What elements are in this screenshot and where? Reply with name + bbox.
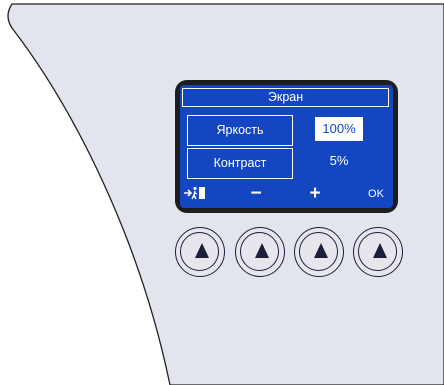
minus-softkey: − xyxy=(250,183,262,204)
screen-title: Экран xyxy=(182,88,389,107)
menu-item-contrast[interactable]: Контраст xyxy=(187,148,293,179)
exit-softkey xyxy=(183,185,207,203)
soft-button-1[interactable] xyxy=(175,227,225,277)
button-ring xyxy=(299,232,338,271)
menu-item-brightness[interactable]: Яркость xyxy=(187,115,293,146)
brightness-value: 100% xyxy=(315,117,363,141)
soft-button-3[interactable] xyxy=(294,227,344,277)
button-ring xyxy=(180,232,219,271)
up-arrow-icon xyxy=(314,243,328,258)
up-arrow-icon xyxy=(373,243,387,258)
button-ring xyxy=(358,232,397,271)
up-arrow-icon xyxy=(195,243,209,258)
device-front: Экран Яркость Контраст 100% 5% − + OK xyxy=(0,0,444,385)
soft-button-2[interactable] xyxy=(235,227,285,277)
ok-softkey: OK xyxy=(368,188,384,200)
exit-door-icon xyxy=(184,186,205,200)
soft-button-4[interactable] xyxy=(353,227,403,277)
lcd-screen: Экран Яркость Контраст 100% 5% − + OK xyxy=(180,85,393,208)
up-arrow-icon xyxy=(255,243,269,258)
contrast-value: 5% xyxy=(329,153,349,168)
plus-softkey: + xyxy=(309,183,321,204)
button-ring xyxy=(240,232,279,271)
